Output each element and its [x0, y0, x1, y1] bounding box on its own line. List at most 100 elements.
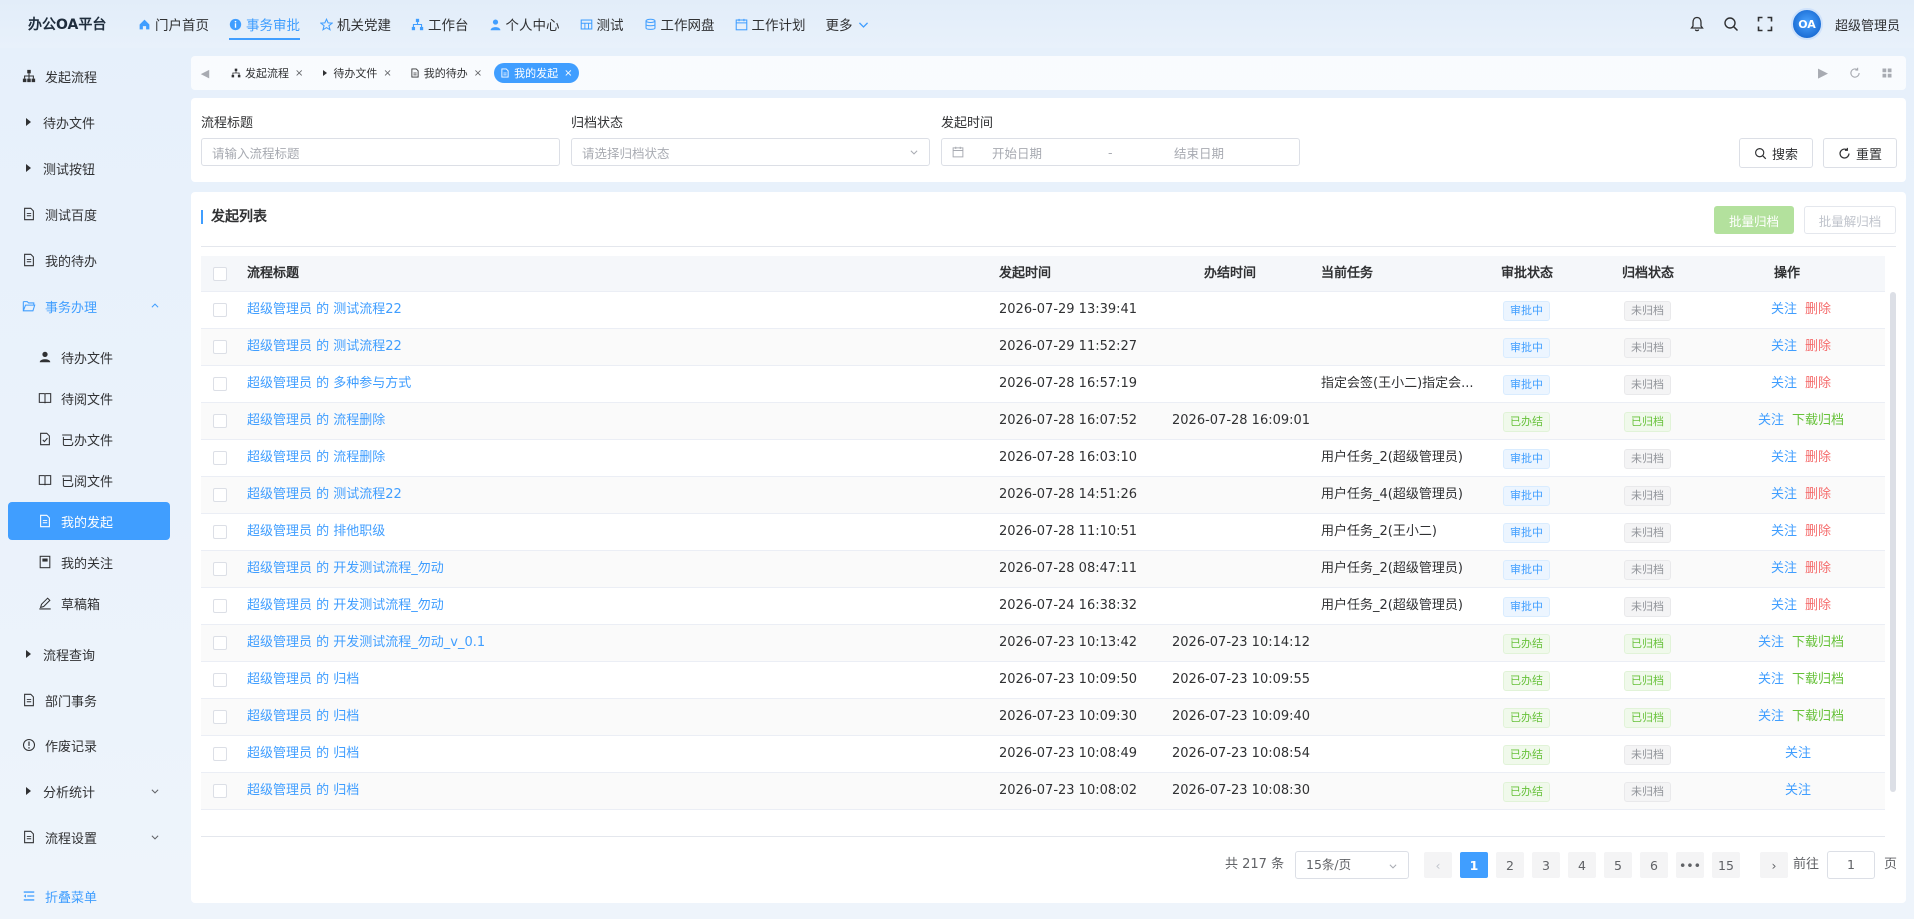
sidebar-item-test-button[interactable]: 测试按钮	[8, 150, 170, 186]
row-title-link[interactable]: 超级管理员 的 归档	[247, 736, 947, 772]
nav-item-test[interactable]: 测试	[570, 0, 634, 48]
sidebar-item-my-todo[interactable]: 我的待办	[8, 242, 170, 278]
row-checkbox[interactable]	[213, 451, 227, 465]
sidebar-item-pending-files[interactable]: 待办文件	[8, 338, 170, 376]
sidebar-item-test-baidu[interactable]: 测试百度	[8, 196, 170, 232]
date-range-picker[interactable]: 开始日期 - 结束日期	[941, 138, 1300, 166]
follow-link[interactable]: 关注	[1758, 625, 1784, 661]
sidebar-item-dept-affairs[interactable]: 部门事务	[8, 682, 170, 718]
tab-todo-files[interactable]: 待办文件 ×	[315, 63, 397, 83]
more-pages-button[interactable]: •••	[1676, 852, 1704, 878]
row-checkbox[interactable]	[213, 636, 227, 650]
row-checkbox[interactable]	[213, 784, 227, 798]
follow-link[interactable]: 关注	[1771, 514, 1797, 550]
table-row[interactable]: 超级管理员 的 多种参与方式 2026-07-28 16:57:19 指定会签(王小…	[201, 366, 1885, 403]
sidebar-item-process-settings[interactable]: 流程设置	[8, 819, 170, 855]
tabs-scroll-right[interactable]: ▶	[1810, 56, 1836, 90]
row-title-link[interactable]: 超级管理员 的 流程删除	[247, 403, 947, 439]
follow-link[interactable]: 关注	[1785, 773, 1811, 809]
sidebar-item-process-query[interactable]: 流程查询	[8, 636, 170, 672]
follow-link[interactable]: 关注	[1758, 699, 1784, 735]
follow-link[interactable]: 关注	[1771, 292, 1797, 328]
follow-link[interactable]: 关注	[1785, 736, 1811, 772]
sidebar-item-my-follow[interactable]: 我的关注	[8, 543, 170, 581]
follow-link[interactable]: 关注	[1758, 403, 1784, 439]
next-page-button[interactable]: ›	[1760, 852, 1788, 878]
column-header-start-time[interactable]: 发起时间	[999, 256, 1051, 292]
page-button[interactable]: 6	[1640, 852, 1668, 878]
table-row[interactable]: 超级管理员 的 排他职级 2026-07-28 11:10:51 用户任务_2(王小…	[201, 514, 1885, 551]
row-title-link[interactable]: 超级管理员 的 测试流程22	[247, 329, 947, 365]
tabs-menu-button[interactable]	[1874, 56, 1900, 90]
row-title-link[interactable]: 超级管理员 的 归档	[247, 662, 947, 698]
follow-link[interactable]: 关注	[1771, 366, 1797, 402]
page-button[interactable]: 2	[1496, 852, 1524, 878]
sidebar-item-void-records[interactable]: 作废记录	[8, 727, 170, 763]
page-size-select[interactable]: 15条/页	[1295, 851, 1409, 879]
bulk-archive-button[interactable]: 批量归档	[1714, 206, 1794, 234]
row-title-link[interactable]: 超级管理员 的 流程删除	[247, 440, 947, 476]
avatar[interactable]: OA	[1790, 8, 1823, 40]
page-button[interactable]: 4	[1568, 852, 1596, 878]
sidebar-item-affairs[interactable]: 事务办理	[8, 288, 170, 324]
table-row[interactable]: 超级管理员 的 测试流程22 2026-07-28 14:51:26 用户任务_4(…	[201, 477, 1885, 514]
close-icon[interactable]: ×	[383, 68, 391, 79]
username[interactable]: 超级管理员	[1835, 15, 1900, 34]
table-row[interactable]: 超级管理员 的 测试流程22 2026-07-29 13:39:41 审批中 未归档 关…	[201, 292, 1885, 329]
title-search-input[interactable]: 请输入流程标题	[201, 138, 560, 166]
row-title-link[interactable]: 超级管理员 的 归档	[247, 773, 947, 809]
row-title-link[interactable]: 超级管理员 的 测试流程22	[247, 292, 947, 328]
row-checkbox[interactable]	[213, 562, 227, 576]
download-archive-link[interactable]: 下载归档	[1792, 625, 1844, 661]
page-button[interactable]: 1	[1460, 852, 1488, 878]
tab-my-todo[interactable]: 我的待办 ×	[404, 63, 488, 83]
follow-link[interactable]: 关注	[1758, 662, 1784, 698]
row-checkbox[interactable]	[213, 710, 227, 724]
sidebar-item-drafts[interactable]: 草稿箱	[8, 584, 170, 622]
search-icon[interactable]	[1723, 16, 1739, 32]
sidebar-item-start-process[interactable]: 发起流程	[8, 58, 170, 94]
column-header-archive-status[interactable]: 归档状态	[1622, 256, 1674, 292]
sidebar-item-analytics[interactable]: 分析统计	[8, 773, 170, 809]
row-checkbox[interactable]	[213, 673, 227, 687]
table-row[interactable]: 超级管理员 的 测试流程22 2026-07-29 11:52:27 审批中 未归档 关…	[201, 329, 1885, 366]
delete-link[interactable]: 删除	[1805, 477, 1831, 513]
goto-page-input[interactable]: 1	[1827, 851, 1875, 879]
nav-item-more[interactable]: 更多	[816, 0, 880, 48]
nav-item-workbench[interactable]: 工作台	[401, 0, 479, 48]
table-row[interactable]: 超级管理员 的 归档 2026-07-23 10:09:50 2026-07-23 …	[201, 662, 1885, 699]
delete-link[interactable]: 删除	[1805, 366, 1831, 402]
tab-my-initiated[interactable]: 我的发起 ×	[494, 63, 579, 83]
column-header-current-task[interactable]: 当前任务	[1321, 256, 1373, 292]
close-icon[interactable]: ×	[474, 68, 482, 79]
column-header-end-time[interactable]: 办结时间	[1204, 256, 1256, 292]
row-checkbox[interactable]	[213, 599, 227, 613]
row-checkbox[interactable]	[213, 525, 227, 539]
close-icon[interactable]: ×	[295, 68, 303, 79]
close-icon[interactable]: ×	[564, 68, 572, 79]
download-archive-link[interactable]: 下载归档	[1792, 699, 1844, 735]
delete-link[interactable]: 删除	[1805, 292, 1831, 328]
start-date-input[interactable]: 开始日期	[992, 143, 1108, 162]
sidebar-item-todo-files[interactable]: 待办文件	[8, 104, 170, 140]
page-button[interactable]: 5	[1604, 852, 1632, 878]
select-all-checkbox[interactable]	[213, 267, 227, 281]
row-checkbox[interactable]	[213, 377, 227, 391]
end-date-input[interactable]: 结束日期	[1174, 143, 1224, 162]
delete-link[interactable]: 删除	[1805, 588, 1831, 624]
row-title-link[interactable]: 超级管理员 的 测试流程22	[247, 477, 947, 513]
table-row[interactable]: 超级管理员 的 流程删除 2026-07-28 16:07:52 2026-07-2…	[201, 403, 1885, 440]
download-archive-link[interactable]: 下载归档	[1792, 403, 1844, 439]
page-button[interactable]: 3	[1532, 852, 1560, 878]
fullscreen-icon[interactable]	[1757, 16, 1773, 32]
delete-link[interactable]: 删除	[1805, 329, 1831, 365]
follow-link[interactable]: 关注	[1771, 551, 1797, 587]
table-row[interactable]: 超级管理员 的 开发测试流程_勿动 2026-07-24 16:38:32 用户任务…	[201, 588, 1885, 625]
table-row[interactable]: 超级管理员 的 归档 2026-07-23 10:08:49 2026-07-23 …	[201, 736, 1885, 773]
reset-button[interactable]: 重置	[1823, 138, 1897, 168]
prev-page-button[interactable]: ‹	[1424, 852, 1452, 878]
nav-item-home[interactable]: 门户首页	[128, 0, 219, 48]
table-scrollbar[interactable]	[1890, 292, 1896, 792]
collapse-menu-button[interactable]: 折叠菜单	[8, 880, 170, 912]
refresh-button[interactable]	[1842, 56, 1868, 90]
